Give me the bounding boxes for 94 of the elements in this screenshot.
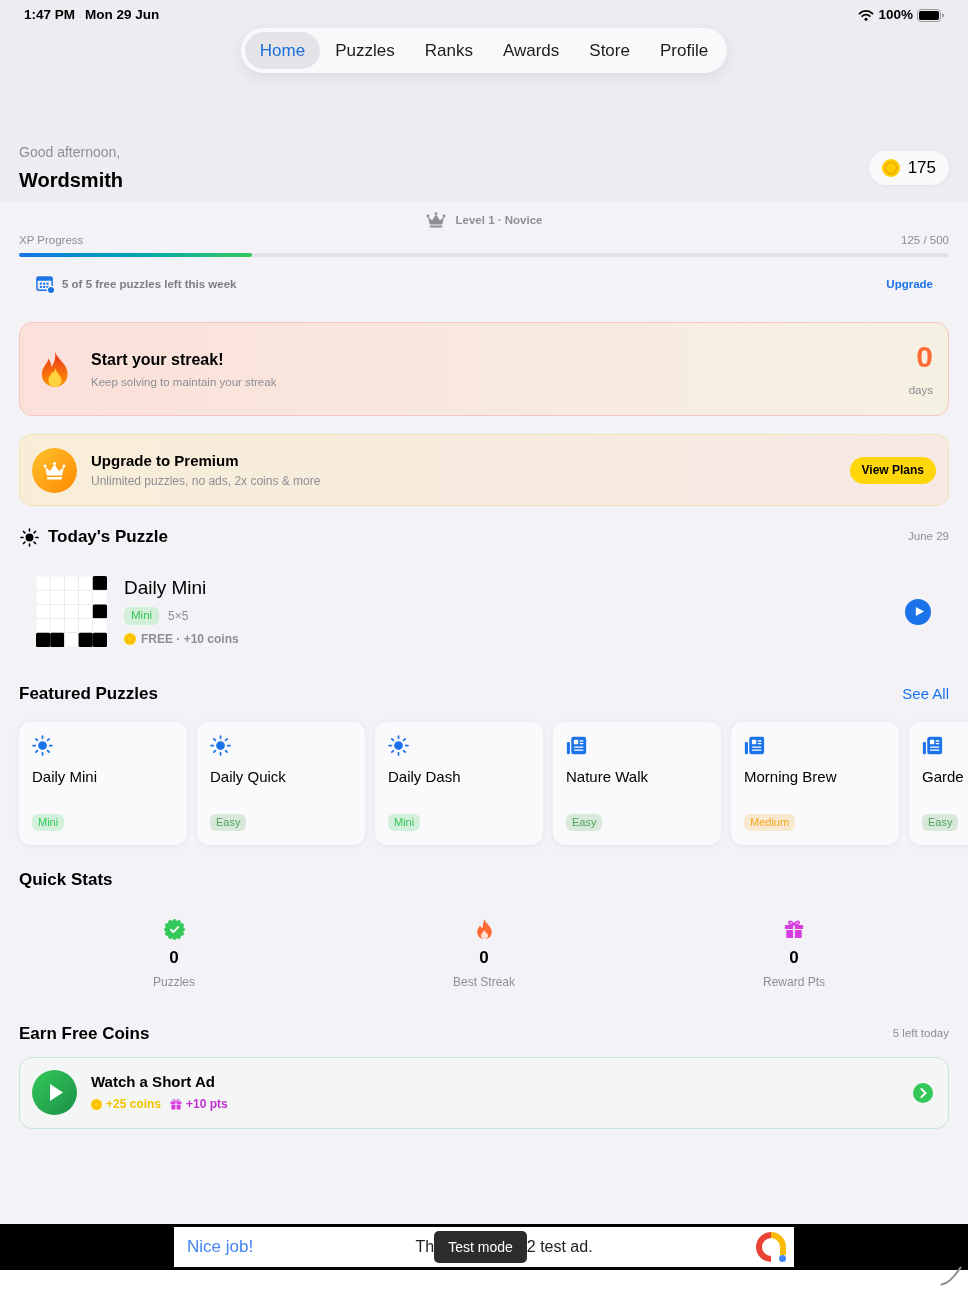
nav-tab[interactable]: Home <box>244 32 321 69</box>
calendar-icon <box>36 275 55 294</box>
section-title: Earn Free Coins <box>19 1022 150 1045</box>
coins-remaining: 5 left today <box>892 1025 949 1041</box>
crown-icon <box>32 447 77 493</box>
greeting-text: Good afternoon, <box>19 143 121 161</box>
sun-icon <box>210 734 231 756</box>
puzzle-card[interactable]: Morning Brew Medium <box>731 721 899 845</box>
offer-title: Watch a Short Ad <box>91 1072 215 1091</box>
stat-value: 0 <box>789 947 799 968</box>
nav-tab[interactable]: Profile <box>644 32 724 69</box>
coin-icon <box>91 1098 102 1110</box>
points-reward: +10 pts <box>186 1096 228 1113</box>
fire-icon <box>40 350 70 388</box>
gift-icon <box>784 919 804 939</box>
nav-tab[interactable]: Awards <box>487 32 575 69</box>
sun-icon <box>32 734 53 756</box>
see-all-link[interactable]: See All <box>902 683 949 706</box>
user-name: Wordsmith <box>19 168 124 193</box>
play-icon <box>913 606 925 617</box>
curve-icon <box>940 1266 962 1286</box>
upgrade-link[interactable]: Upgrade <box>886 275 933 294</box>
status-time: 1:47 PM <box>24 5 76 24</box>
reward-text: FREE · +10 coins <box>141 632 239 646</box>
puzzle-card[interactable]: Garde Easy <box>909 721 968 845</box>
wifi-icon <box>858 9 875 21</box>
section-title: Today's Puzzle <box>48 526 168 548</box>
puzzle-card[interactable]: Daily Dash Mini <box>375 721 543 845</box>
puzzle-card-title: Nature Walk <box>566 766 648 787</box>
sun-icon <box>388 734 409 756</box>
view-plans-button[interactable]: View Plans <box>849 456 936 484</box>
puzzle-card-title: Daily Quick <box>210 766 286 787</box>
premium-subtitle: Unlimited puzzles, no ads, 2x coins & more <box>91 474 321 489</box>
crown-icon <box>425 212 446 228</box>
streak-title: Start your streak! <box>91 349 224 370</box>
nav-tab[interactable]: Store <box>574 32 645 69</box>
crossword-grid-drawing <box>36 576 107 647</box>
coin-balance-button[interactable]: 175 <box>868 151 949 185</box>
puzzle-card[interactable]: Nature Walk Easy <box>553 721 721 845</box>
play-button[interactable] <box>905 598 931 625</box>
stat-value: 0 <box>479 947 489 968</box>
battery-percent: 100% <box>878 5 913 24</box>
puzzle-card[interactable]: Daily Mini Mini <box>19 721 187 845</box>
difficulty-tag: Mini <box>124 607 160 625</box>
difficulty-tag: Easy <box>210 813 247 831</box>
status-date: Mon 29 Jun <box>85 5 160 24</box>
stat-label: Best Streak <box>453 974 515 989</box>
chevron-right-icon <box>913 1082 933 1103</box>
difficulty-tag: Easy <box>922 813 959 831</box>
difficulty-tag: Mini <box>32 813 65 831</box>
ad-headline: Nice job! <box>187 1236 254 1259</box>
sun-icon <box>20 527 39 547</box>
streak-unit: days <box>908 383 933 397</box>
puzzle-card-title: Garde <box>922 766 964 787</box>
puzzle-date: June 29 <box>908 529 949 545</box>
stat-label: Puzzles <box>153 974 195 989</box>
play-icon <box>32 1070 77 1115</box>
newspaper-icon <box>566 734 587 756</box>
grid-size: 5×5 <box>168 608 189 625</box>
puzzle-card-title: Daily Mini <box>32 766 97 787</box>
section-title: Featured Puzzles <box>19 683 158 706</box>
premium-title: Upgrade to Premium <box>91 451 239 470</box>
puzzle-title: Daily Mini <box>124 577 207 599</box>
puzzle-card-title: Morning Brew <box>744 766 837 787</box>
xp-reading: 125 / 500 <box>901 233 949 247</box>
xp-label: XP Progress <box>19 233 84 247</box>
free-puzzles-text: 5 of 5 free puzzles left this week <box>62 276 237 292</box>
coin-icon <box>881 159 900 177</box>
gift-icon <box>170 1098 183 1110</box>
newspaper-icon <box>922 734 943 756</box>
level-label: Level 1 · Novice <box>455 213 543 228</box>
stat-label: Reward Pts <box>763 974 825 989</box>
nav-tab[interactable]: Ranks <box>409 32 488 69</box>
newspaper-icon <box>744 734 765 756</box>
test-mode-badge: Test mode <box>434 1231 527 1263</box>
stat-value: 0 <box>169 947 179 968</box>
difficulty-tag: Mini <box>388 813 421 831</box>
puzzle-card-title: Daily Dash <box>388 766 461 787</box>
difficulty-tag: Easy <box>566 813 603 831</box>
difficulty-tag: Medium <box>744 813 796 831</box>
streak-subtitle: Keep solving to maintain your streak <box>91 374 277 389</box>
coin-reward: +25 coins <box>106 1096 162 1113</box>
ad-text: 2 test ad. <box>526 1237 593 1257</box>
puzzle-card[interactable]: Daily Quick Easy <box>197 721 365 845</box>
ring-logo-icon <box>755 1231 787 1263</box>
flame-icon <box>475 919 493 939</box>
battery-icon <box>917 8 944 22</box>
streak-count: 0 <box>916 341 933 373</box>
nav-tab[interactable]: Puzzles <box>320 32 410 69</box>
ad-text: Th <box>415 1237 435 1257</box>
check-badge-icon <box>163 918 185 940</box>
watch-ad-card[interactable]: Watch a Short Ad +25 coins +10 pts <box>19 1056 949 1129</box>
coin-icon <box>124 633 136 645</box>
section-title: Quick Stats <box>19 869 113 889</box>
